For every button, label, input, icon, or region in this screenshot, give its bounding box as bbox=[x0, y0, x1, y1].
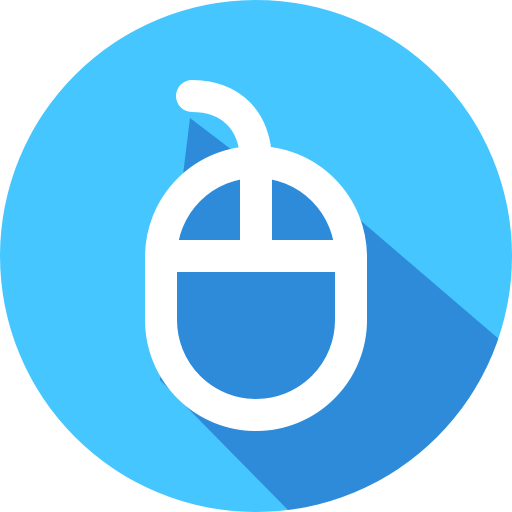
mouse-badge bbox=[0, 0, 512, 512]
computer-mouse-icon bbox=[0, 0, 512, 512]
